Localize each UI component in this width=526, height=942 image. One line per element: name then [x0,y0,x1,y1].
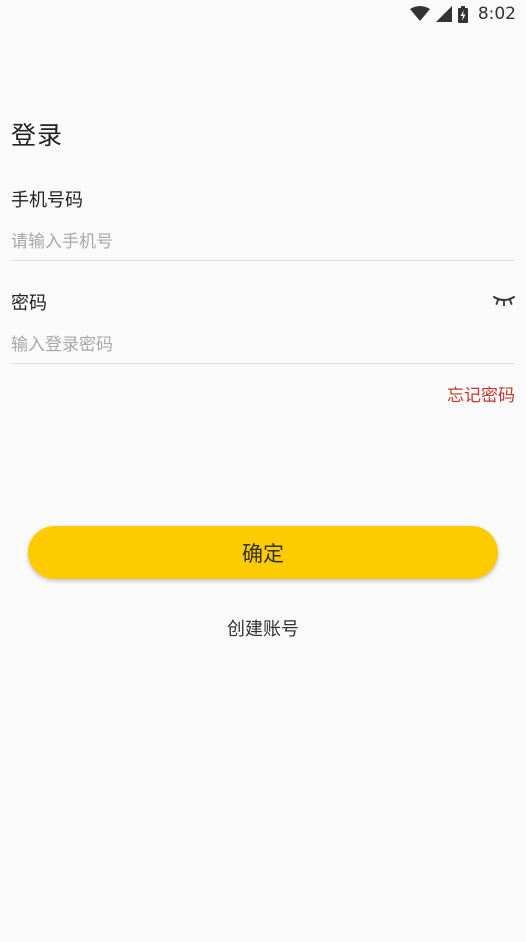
password-label: 密码 [11,293,47,314]
page-title: 登录 [11,121,64,150]
password-input[interactable] [11,325,515,365]
phone-label: 手机号码 [11,190,83,211]
create-account-link[interactable]: 创建账号 [0,615,526,641]
wifi-icon [409,6,430,21]
confirm-button[interactable]: 确定 [28,526,498,579]
password-divider [11,363,515,364]
phone-input[interactable] [11,222,515,262]
forgot-password-link[interactable]: 忘记密码 [447,381,515,406]
status-bar: 8:02 [0,0,526,28]
phone-divider [11,260,515,261]
login-screen: 8:02 登录 手机号码 密码 忘记密码 确定 创建账号 [0,0,526,942]
eye-closed-icon[interactable] [492,293,516,307]
status-time: 8:02 [477,4,516,24]
battery-icon [457,5,468,23]
cell-signal-icon [435,6,452,22]
